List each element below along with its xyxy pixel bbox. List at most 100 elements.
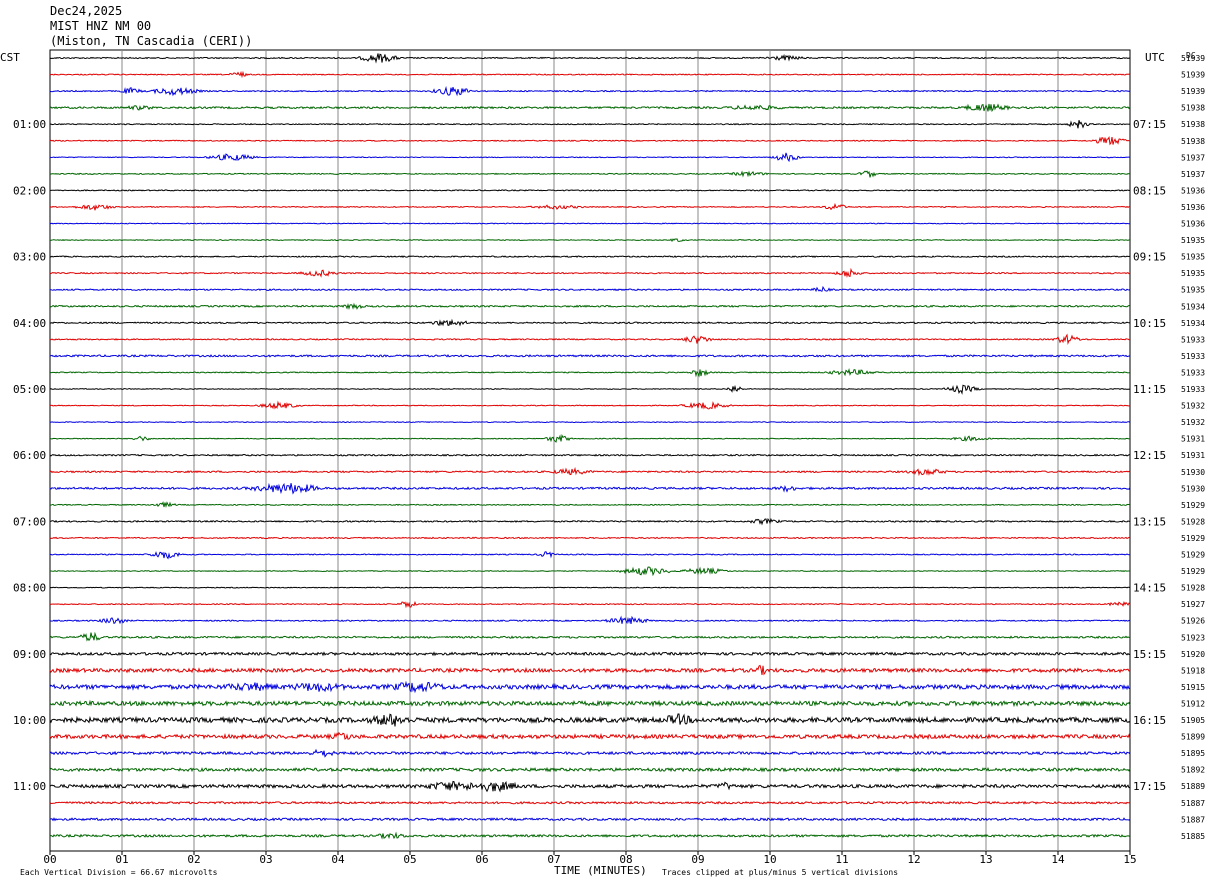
dc-value: 51920 [1181,650,1205,659]
trace-line [49,85,1131,97]
trace-line [49,586,1131,589]
dc-value: 51936 [1181,220,1205,229]
trace-line [49,713,1131,727]
dc-value: 51926 [1181,617,1205,626]
trace-line [49,631,1131,642]
dc-label: DC [1186,51,1196,60]
trace-line [49,354,1131,358]
trace-line [49,680,1131,694]
trace-line [49,831,1131,840]
trace-line [49,189,1131,192]
left-hour-label: 05:00 [13,383,46,396]
dc-value: 51935 [1181,253,1205,262]
dc-value: 51889 [1181,782,1205,791]
dc-value: 51934 [1181,302,1205,311]
dc-value: 51937 [1181,170,1205,179]
trace-line [49,267,1131,279]
trace-line [49,800,1131,805]
x-tick-label: 02 [187,853,200,866]
dc-value: 51930 [1181,484,1205,493]
dc-value: 51931 [1181,435,1205,444]
dc-value: 51918 [1181,666,1205,675]
trace-line [49,501,1131,509]
left-hour-label: 06:00 [13,449,46,462]
x-tick-label: 10 [763,853,776,866]
left-hour-label: 02:00 [13,184,46,197]
right-hour-label: 17:15 [1133,780,1166,793]
trace-line [49,135,1131,146]
right-hour-label: 15:15 [1133,648,1166,661]
dc-value: 51935 [1181,236,1205,245]
trace-line [49,731,1131,741]
trace-line [49,536,1131,540]
plot-frame [49,49,1131,852]
dc-value: 51931 [1181,451,1205,460]
footer-right: Traces clipped at plus/minus 5 vertical … [662,868,898,877]
dc-value: 51939 [1181,87,1205,96]
trace-line [49,817,1131,822]
dc-value: 51935 [1181,269,1205,278]
left-hour-label: 08:00 [13,582,46,595]
right-hour-label: 09:15 [1133,251,1166,264]
trace-line [49,318,1131,327]
trace-line [49,517,1131,526]
trace-line [49,780,1131,793]
x-axis-label: TIME (MINUTES) [554,864,647,877]
left-hour-label: 03:00 [13,251,46,264]
dc-value: 51928 [1181,584,1205,593]
x-tick-label: 14 [1051,853,1065,866]
trace-line [49,285,1131,293]
right-hour-label: 11:15 [1133,383,1166,396]
trace-line [49,466,1131,477]
dc-value: 51938 [1181,104,1205,113]
trace-line [49,103,1131,113]
dc-value: 51937 [1181,153,1205,162]
right-hour-label: 10:15 [1133,317,1166,330]
trace-line [49,433,1131,443]
traces [49,53,1131,840]
dc-value: 51885 [1181,832,1205,841]
trace-line [49,222,1131,225]
trace-line [49,120,1131,129]
left-hour-label: 04:00 [13,317,46,330]
dc-value: 51887 [1181,799,1205,808]
x-tick-label: 00 [43,853,56,866]
dc-value: 51927 [1181,600,1205,609]
dc-value: 51932 [1181,418,1205,427]
dc-value: 51938 [1181,137,1205,146]
trace-line [49,152,1131,163]
x-tick-label: 05 [403,853,416,866]
trace-line [49,238,1131,243]
trace-line [49,170,1131,178]
trace-line [49,615,1131,625]
right-hour-label: 13:15 [1133,515,1166,528]
x-tick-label: 13 [979,853,992,866]
x-tick-label: 01 [115,853,128,866]
right-hour-label: 07:15 [1133,118,1166,131]
dc-value: 51915 [1181,683,1205,692]
dc-value: 51933 [1181,335,1205,344]
dc-value: 51905 [1181,716,1205,725]
left-axis-label: CST [0,51,20,64]
left-hour-label: 09:00 [13,648,46,661]
dc-value: 51923 [1181,633,1205,642]
dc-value: 51929 [1181,567,1205,576]
trace-line [49,202,1131,211]
dc-value: 51930 [1181,468,1205,477]
trace-line [49,453,1131,457]
trace-line [49,255,1131,258]
trace-line [49,600,1131,609]
left-hour-label: 01:00 [13,118,46,131]
left-hour-label: 07:00 [13,515,46,528]
trace-line [49,766,1131,773]
right-axis-label: UTC [1145,51,1165,64]
helicorder-plot: 5193951939519395193851938519385193751937… [0,49,1205,877]
dc-value: 51887 [1181,815,1205,824]
dc-value: 51892 [1181,766,1205,775]
dc-value: 51936 [1181,203,1205,212]
dc-value: 51935 [1181,286,1205,295]
dc-value: 51899 [1181,733,1205,742]
dc-value: 51939 [1181,71,1205,80]
x-tick-label: 15 [1123,853,1136,866]
trace-line [49,651,1131,657]
